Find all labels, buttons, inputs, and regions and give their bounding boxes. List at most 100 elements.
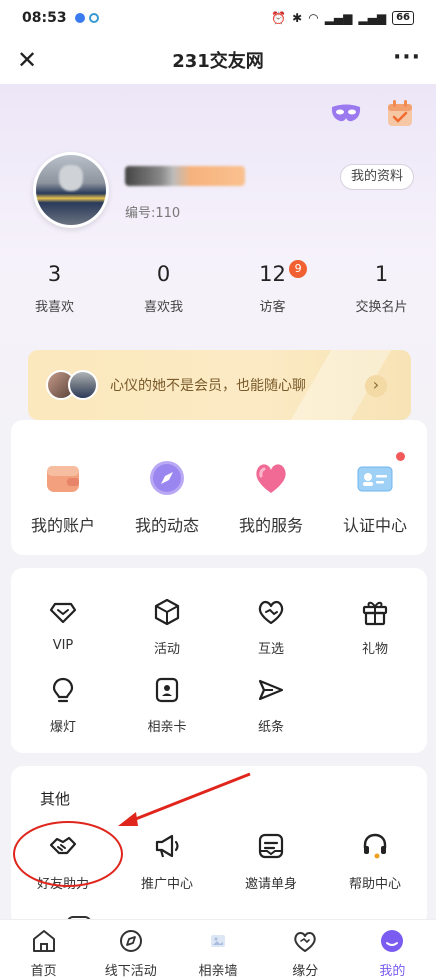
- megaphone-icon: [155, 834, 179, 858]
- other-label: 邀请单身: [244, 877, 297, 892]
- tool-mutual-select[interactable]: 互选: [219, 598, 323, 676]
- photo-wall-icon: [211, 935, 225, 947]
- avatar-photo: [36, 155, 106, 225]
- nav-home[interactable]: 首页: [0, 920, 87, 979]
- status-bar: 08:53 ⏰ ✱ ◠ ▂▄▆ ▂▄▆ 66: [0, 0, 436, 36]
- tool-spotlight[interactable]: 爆灯: [11, 676, 115, 754]
- nav-mine[interactable]: 我的: [349, 920, 436, 979]
- bottom-nav: 首页 线下活动 相亲墙 缘分 我的: [0, 919, 436, 979]
- tool-label: 爆灯: [49, 720, 76, 735]
- diamond-icon: [49, 602, 77, 624]
- stat-exchange-cards[interactable]: 1 交换名片: [327, 262, 436, 315]
- status-time: 08:53: [22, 10, 67, 26]
- other-help-center[interactable]: 帮助中心: [323, 831, 427, 892]
- other-invite-singles[interactable]: 邀请单身: [219, 831, 323, 892]
- tool-note[interactable]: 纸条: [219, 676, 323, 754]
- other-card: 其他 好友助力 推广中心 邀请单身 帮助中心: [11, 766, 427, 926]
- tool-vip[interactable]: VIP: [11, 598, 115, 676]
- top-icons: [330, 98, 416, 130]
- menu-item-moments[interactable]: 我的动态: [115, 458, 219, 536]
- status-notification-icons: [74, 13, 99, 23]
- menu-item-label: 我的服务: [238, 516, 303, 535]
- compass-icon: [119, 930, 142, 952]
- tools-grid: VIP 活动 互选 礼物 爆灯 相亲卡 纸条: [11, 568, 427, 754]
- nav-label: 线下活动: [104, 964, 157, 979]
- tool-label: 礼物: [361, 642, 388, 657]
- close-icon[interactable]: ✕: [12, 45, 42, 75]
- box-icon: [154, 598, 180, 626]
- stat-value: 0: [156, 262, 171, 286]
- stat-value: 3: [47, 262, 62, 286]
- stat-value: 1: [374, 262, 389, 286]
- visitor-badge: 9: [289, 260, 308, 278]
- heart-icon: [256, 464, 286, 493]
- bulb-icon: [52, 677, 74, 703]
- chevron-right-icon: ›: [365, 375, 387, 397]
- alarm-icon: ⏰: [271, 11, 287, 25]
- app-notification-icon: [74, 13, 85, 23]
- more-options-icon[interactable]: ···: [392, 45, 422, 75]
- card-icon: [155, 677, 179, 703]
- nav-fate[interactable]: 缘分: [262, 920, 349, 979]
- main-menu: 我的账户 我的动态 我的服务 认证中心: [11, 420, 427, 536]
- stat-visitors[interactable]: 12 9 访客: [218, 260, 327, 315]
- bluetooth-icon: ✱: [292, 11, 303, 25]
- wallet-icon: [47, 466, 79, 492]
- nav-label: 我的: [379, 964, 406, 979]
- other-friend-boost[interactable]: 好友助力: [11, 821, 123, 892]
- stat-label: 交换名片: [355, 300, 408, 315]
- signal-icon: ▂▄▆: [324, 11, 353, 25]
- compass-icon: [150, 461, 184, 495]
- page-title: 231交友网: [172, 51, 264, 72]
- nav-label: 首页: [30, 964, 57, 979]
- menu-item-services[interactable]: 我的服务: [219, 458, 323, 536]
- tool-gift[interactable]: 礼物: [323, 598, 427, 676]
- username-blurred: [125, 166, 245, 186]
- stat-value: 12: [259, 262, 286, 286]
- nav-label: 相亲墙: [198, 964, 238, 979]
- main-menu-card: 我的账户 我的动态 我的服务 认证中心: [11, 420, 427, 555]
- mask-icon[interactable]: [330, 98, 362, 130]
- headset-icon: [363, 833, 387, 859]
- menu-item-label: 我的账户: [30, 516, 95, 535]
- other-label: 帮助中心: [348, 877, 401, 892]
- nav-photo-wall[interactable]: 相亲墙: [174, 920, 261, 979]
- profile-icon: [381, 930, 404, 952]
- avatar[interactable]: [33, 152, 109, 228]
- promo-banner[interactable]: 心仪的她不是会员，也能随心聊 ›: [28, 350, 411, 420]
- stat-label: 我喜欢: [34, 300, 74, 315]
- section-title: 其他: [40, 790, 71, 808]
- status-right: ⏰ ✱ ◠ ▂▄▆ ▂▄▆ 66: [271, 11, 414, 25]
- menu-item-account[interactable]: 我的账户: [11, 458, 115, 536]
- signal-icon-2: ▂▄▆: [358, 11, 387, 25]
- calendar-check-icon[interactable]: [384, 98, 416, 130]
- home-icon: [32, 930, 55, 952]
- cloud-notification-icon: [88, 13, 99, 23]
- wifi-icon: ◠: [308, 11, 319, 25]
- nav-offline-events[interactable]: 线下活动: [87, 920, 174, 979]
- tool-label: 纸条: [257, 720, 284, 735]
- nav-label: 缘分: [292, 964, 319, 979]
- annotation-ellipse: [13, 821, 123, 887]
- title-bar: ✕ 231交友网 ···: [0, 36, 436, 84]
- stat-likes[interactable]: 3 我喜欢: [0, 262, 109, 315]
- tool-label: 活动: [153, 642, 180, 657]
- menu-item-label: 认证中心: [342, 516, 407, 535]
- tool-activity[interactable]: 活动: [115, 598, 219, 676]
- paper-plane-icon: [258, 679, 284, 701]
- tool-date-card[interactable]: 相亲卡: [115, 676, 219, 754]
- other-grid: 好友助力 推广中心 邀请单身 帮助中心: [11, 821, 427, 892]
- stat-label: 喜欢我: [143, 300, 183, 315]
- id-card-icon: [357, 466, 393, 492]
- stat-label: 访客: [259, 300, 286, 315]
- menu-item-verification[interactable]: 认证中心: [323, 452, 427, 536]
- battery-icon: 66: [392, 11, 414, 25]
- notification-dot: [396, 452, 405, 461]
- member-id: 编号:110: [125, 206, 181, 221]
- tool-label: VIP: [52, 638, 74, 653]
- tools-card: VIP 活动 互选 礼物 爆灯 相亲卡 纸条: [11, 568, 427, 753]
- gift-icon: [362, 601, 388, 626]
- stat-liked-by[interactable]: 0 喜欢我: [109, 262, 218, 315]
- other-promotion-center[interactable]: 推广中心: [115, 831, 219, 892]
- my-profile-button[interactable]: 我的资料: [339, 164, 414, 190]
